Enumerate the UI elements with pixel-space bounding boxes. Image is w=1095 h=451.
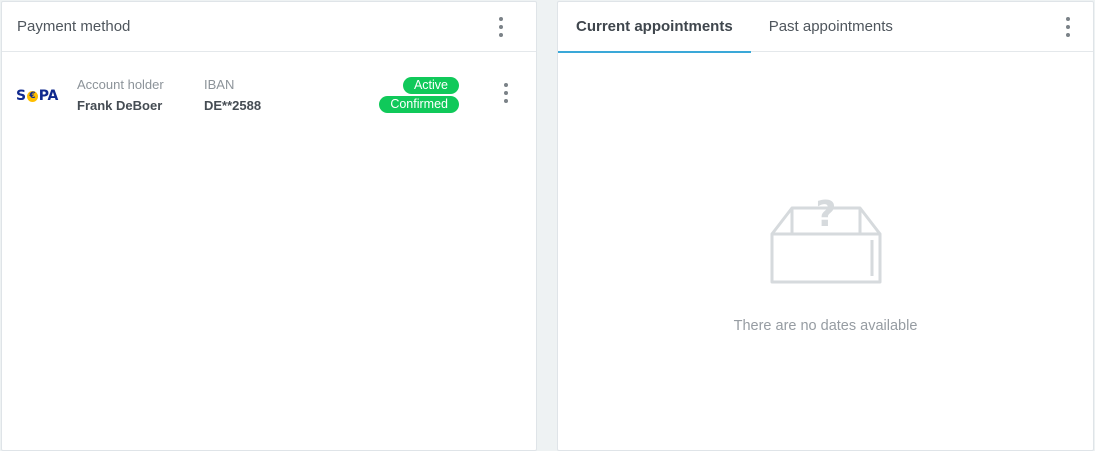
payment-method-row: S € PA Account holder Frank DeBoer IBAN DE… xyxy=(2,52,536,142)
status-badges: Active Confirmed xyxy=(379,77,459,113)
euro-icon: € xyxy=(26,90,38,102)
panel-title: Payment method xyxy=(17,18,131,35)
more-vertical-icon[interactable] xyxy=(1063,17,1073,37)
payment-method-panel: Payment method S € PA Account holder Frank… xyxy=(1,1,537,451)
account-holder-label: Account holder xyxy=(77,77,164,92)
tab-current-appointments[interactable]: Current appointments xyxy=(558,2,751,53)
more-vertical-icon[interactable] xyxy=(501,83,511,103)
iban-value: DE**2588 xyxy=(204,98,262,113)
appointments-panel: Current appointments Past appointments ?… xyxy=(557,1,1094,451)
empty-box-question-icon: ? xyxy=(770,194,881,284)
account-holder-value: Frank DeBoer xyxy=(77,98,163,113)
status-badge-confirmed: Confirmed xyxy=(379,96,459,113)
sepa-logo: S € PA xyxy=(16,88,58,104)
account-holder-field: Account holder Frank DeBoer xyxy=(77,77,164,113)
payment-method-header: Payment method xyxy=(2,2,536,52)
sepa-logo-s: S xyxy=(16,88,26,104)
status-badge-active: Active xyxy=(402,77,459,94)
tab-past-appointments[interactable]: Past appointments xyxy=(751,2,911,52)
empty-state: ? There are no dates available xyxy=(558,186,1093,334)
sepa-logo-pa: PA xyxy=(38,88,59,104)
iban-field: IBAN DE**2588 xyxy=(204,77,261,113)
empty-state-message: There are no dates available xyxy=(733,318,918,334)
iban-label: IBAN xyxy=(204,77,235,92)
appointments-header: Current appointments Past appointments xyxy=(558,2,1093,53)
svg-text:?: ? xyxy=(815,194,836,235)
appointments-tabs: Current appointments Past appointments xyxy=(558,2,911,53)
more-vertical-icon[interactable] xyxy=(496,17,506,37)
